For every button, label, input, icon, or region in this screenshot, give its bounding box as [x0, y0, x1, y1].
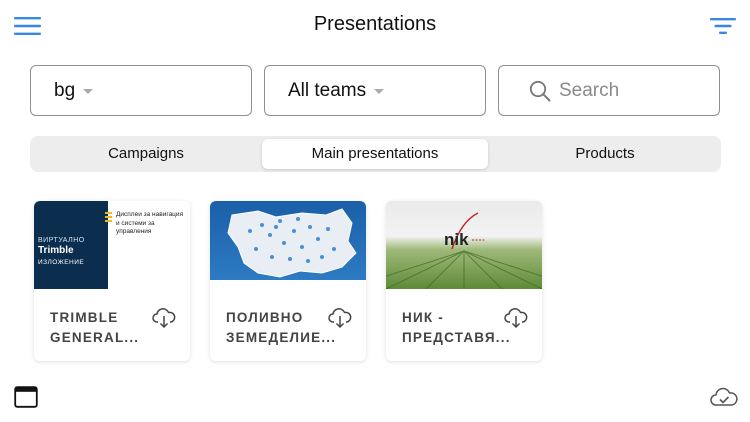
nik-logo: nik [444, 230, 469, 249]
chevron-down-icon [83, 89, 94, 94]
presentation-thumbnail: nik [386, 201, 542, 289]
window-icon[interactable] [14, 386, 38, 408]
field-rows-image: nik [386, 212, 542, 289]
presentation-thumbnail [210, 201, 366, 289]
search-icon [529, 80, 551, 101]
tab-main-presentations[interactable]: Main presentations [262, 139, 488, 169]
search-field[interactable] [498, 65, 720, 116]
thumbnail-caption: ИЗЛОЖЕНИЕ [38, 259, 85, 266]
category-tabs: Campaigns Main presentations Products [30, 136, 721, 172]
header: Presentations [0, 0, 750, 52]
presentation-title: ПОЛИВНО ЗЕМЕДЕЛИЕ... [226, 310, 336, 345]
presentation-card[interactable]: nik НИК - ПРЕДСТАВЯ... [386, 201, 542, 361]
trimble-logo: Trimble [38, 245, 74, 256]
cloud-download-icon[interactable] [504, 307, 528, 329]
presentation-thumbnail: ВИРТУАЛНО Trimble ИЗЛОЖЕНИЕ Дисплеи за н… [34, 201, 190, 289]
search-input[interactable] [559, 79, 709, 102]
presentation-card[interactable]: ВИРТУАЛНО Trimble ИЗЛОЖЕНИЕ Дисплеи за н… [34, 201, 190, 361]
thumbnail-text: Дисплеи за навигация и системи за управл… [116, 211, 184, 235]
language-select[interactable]: bg [30, 65, 252, 116]
thumbnail-caption: ВИРТУАЛНО [38, 237, 85, 244]
presentation-title: НИК - ПРЕДСТАВЯ... [402, 310, 511, 345]
list-bullet-icon [105, 212, 112, 224]
chevron-down-icon [374, 89, 385, 94]
team-select[interactable]: All teams [264, 65, 486, 116]
cloud-download-icon[interactable] [328, 307, 352, 329]
cloud-download-icon[interactable] [152, 307, 176, 329]
presentation-title: TRIMBLE GENERAL... [50, 310, 140, 345]
page-title: Presentations [313, 13, 437, 35]
language-value: bg [54, 79, 76, 101]
bulgaria-map-image [227, 208, 357, 278]
tab-campaigns[interactable]: Campaigns [33, 139, 259, 169]
presentation-card[interactable]: ПОЛИВНО ЗЕМЕДЕЛИЕ... [210, 201, 366, 361]
thumbnail-logo-strip [210, 280, 366, 289]
team-value: All teams [288, 79, 367, 101]
tab-products[interactable]: Products [492, 139, 718, 169]
presentations-screen: Presentations bg All teams Campaigns Mai… [0, 0, 750, 422]
cloud-check-icon [710, 387, 738, 406]
filter-lines-icon[interactable] [710, 16, 736, 36]
